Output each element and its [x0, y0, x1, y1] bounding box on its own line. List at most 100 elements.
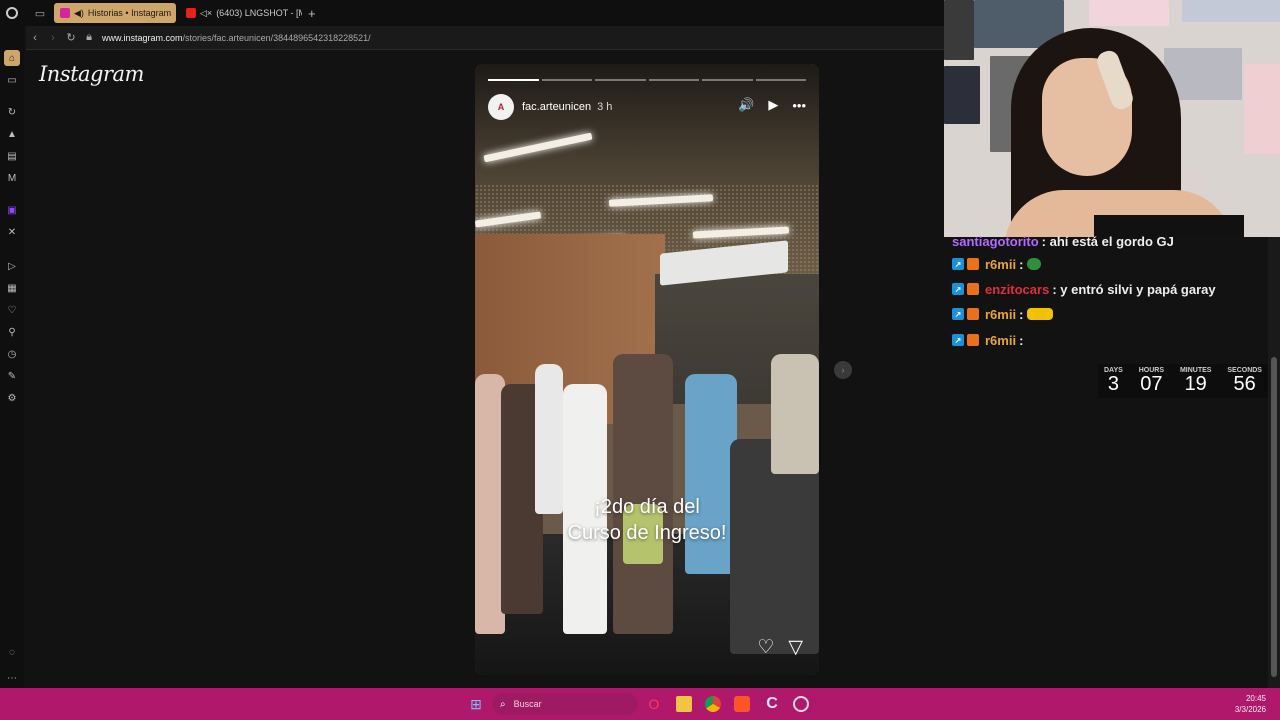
- instagram-logo[interactable]: Instagram: [39, 62, 144, 86]
- green-emote-icon: [1027, 258, 1042, 270]
- chat-text: :: [1019, 256, 1024, 272]
- music-icon[interactable]: M: [4, 170, 20, 186]
- obs-icon[interactable]: [793, 696, 809, 712]
- opera-taskbar-icon[interactable]: O: [646, 696, 662, 712]
- chat-username[interactable]: santiagotorito: [952, 234, 1039, 249]
- extensions-icon[interactable]: ✎: [4, 368, 20, 384]
- caption-line: Curso de Ingreso!: [567, 522, 727, 544]
- progress-segment: [541, 79, 592, 81]
- chat-username[interactable]: enzitocars: [985, 282, 1049, 297]
- chat-message: ↗ enzitocars: y entró silvi y papá garay: [952, 279, 1216, 299]
- vip-badge-icon[interactable]: [967, 283, 979, 295]
- vip-badge-icon[interactable]: [967, 308, 979, 320]
- clock-date: 3/3/2026: [1234, 705, 1266, 714]
- home-icon[interactable]: ⌂: [4, 50, 20, 66]
- speaker-icon[interactable]: ◀): [74, 8, 84, 19]
- account-avatar[interactable]: A: [488, 94, 514, 120]
- chat-text: : ahí está el gordo GJ: [1041, 233, 1174, 249]
- brave-icon[interactable]: [734, 696, 750, 712]
- ccleaner-icon[interactable]: C: [764, 695, 780, 712]
- player-icon[interactable]: ▷: [4, 258, 20, 274]
- twitch-icon[interactable]: ▣: [4, 202, 20, 218]
- forward-icon[interactable]: ›: [44, 32, 62, 44]
- opera-logo-icon[interactable]: [0, 1, 24, 25]
- pin-icon[interactable]: ⚲: [4, 324, 20, 340]
- windows-taskbar: ⊞ ⌕ Buscar O C 20:45 3/3/2026: [0, 688, 1280, 720]
- store-icon[interactable]: ▲: [4, 126, 20, 142]
- progress-segment: [488, 79, 539, 81]
- tab-label: Historias • Instagram: [87, 8, 172, 18]
- caption-line: ¡2do día del: [594, 496, 700, 518]
- taskbar-search[interactable]: ⌕ Buscar: [492, 693, 638, 715]
- tab-overview-icon[interactable]: ▭: [30, 3, 50, 23]
- file-explorer-icon[interactable]: [676, 696, 692, 712]
- chrome-icon[interactable]: [705, 696, 721, 712]
- back-icon[interactable]: ‹: [26, 32, 44, 44]
- story-footer: ♡ ▽: [757, 636, 803, 659]
- webcam-overlay: [944, 0, 1280, 237]
- tab-instagram[interactable]: ◀) Historias • Instagram: [54, 3, 176, 23]
- chat-username[interactable]: r6mii: [985, 333, 1016, 348]
- url-field[interactable]: www.instagram.com/stories/fac.arteunicen…: [102, 33, 371, 43]
- search-placeholder: Buscar: [513, 699, 542, 709]
- progress-segment: [755, 79, 806, 81]
- vip-badge-icon[interactable]: [967, 258, 979, 270]
- subscriber-badge-icon[interactable]: ↗: [952, 283, 964, 295]
- gaming-icon[interactable]: ▭: [4, 72, 20, 88]
- countdown-seconds: 56: [1233, 373, 1256, 395]
- clock-time: 20:45: [1245, 694, 1266, 703]
- countdown-minutes: 19: [1184, 373, 1207, 395]
- lock-icon: 🔒︎: [86, 31, 92, 43]
- chat-message: santiagotorito: ahí está el gordo GJ: [952, 231, 1174, 251]
- progress-segment: [702, 79, 753, 81]
- account-name[interactable]: fac.arteunicen: [522, 101, 591, 113]
- volume-icon[interactable]: 🔊: [738, 97, 754, 113]
- chat-text: :: [1019, 332, 1024, 348]
- more-icon[interactable]: ⋯: [4, 670, 20, 686]
- more-options-icon[interactable]: •••: [792, 98, 806, 113]
- new-tab-button[interactable]: +: [308, 6, 316, 21]
- chat-scrollbar[interactable]: [1268, 237, 1280, 688]
- story-progress: [488, 79, 806, 81]
- like-icon[interactable]: ♡: [757, 636, 774, 659]
- vip-badge-icon[interactable]: [967, 334, 979, 346]
- search-icon: ⌕: [500, 698, 506, 710]
- countdown-days: 3: [1107, 373, 1119, 395]
- next-story-icon[interactable]: ›: [834, 361, 852, 379]
- instagram-favicon-icon: [60, 8, 70, 18]
- progress-segment: [595, 79, 646, 81]
- chat-text: : y entró silvi y papá garay: [1052, 281, 1216, 297]
- ai-icon[interactable]: ◌: [4, 644, 20, 660]
- chat-panel: santiagotorito: ahí está el gordo GJ ↗ r6m…: [944, 234, 1280, 688]
- url-path: /stories/fac.arteunicen/3844896542318228…: [182, 32, 371, 43]
- taxi-emote-icon: [1027, 308, 1054, 320]
- apps-icon[interactable]: ▦: [4, 280, 20, 296]
- tab-youtube[interactable]: ◁× (6403) LNGSHOT - [M: [180, 3, 302, 23]
- url-host: www.instagram.com: [102, 32, 183, 43]
- youtube-favicon-icon: [186, 8, 196, 18]
- chat-message: ↗ r6mii :: [952, 330, 1023, 350]
- countdown-timer: DAYS 3 HOURS 07 MINUTES 19 SECONDS 56: [1098, 364, 1268, 398]
- windows-start-icon[interactable]: ⊞: [468, 696, 484, 712]
- heart-icon[interactable]: ♡: [4, 302, 20, 318]
- tab-bar: ▭ ◀) Historias • Instagram ◁× (6403) LNG…: [0, 0, 944, 26]
- tab-label: (6403) LNGSHOT - [M: [216, 8, 302, 18]
- subscriber-badge-icon[interactable]: ↗: [952, 308, 964, 320]
- play-icon[interactable]: ▶: [768, 97, 778, 113]
- share-icon[interactable]: ▽: [788, 636, 803, 659]
- x-twitter-icon[interactable]: ✕: [4, 224, 20, 240]
- chat-username[interactable]: r6mii: [985, 307, 1016, 322]
- chat-text: :: [1019, 306, 1024, 322]
- reload-icon[interactable]: ↻: [62, 31, 80, 44]
- subscriber-badge-icon[interactable]: ↗: [952, 334, 964, 346]
- history-icon[interactable]: ↻: [4, 104, 20, 120]
- system-clock[interactable]: 20:45 3/3/2026: [1235, 693, 1266, 715]
- story-header: A fac.arteunicen 3 h 🔊 ▶ •••: [488, 94, 806, 120]
- clock-icon[interactable]: ◷: [4, 346, 20, 362]
- wallet-icon[interactable]: ▤: [4, 148, 20, 164]
- muted-speaker-icon[interactable]: ◁×: [200, 8, 212, 19]
- settings-icon[interactable]: ⚙: [4, 390, 20, 406]
- subscriber-badge-icon[interactable]: ↗: [952, 258, 964, 270]
- chat-username[interactable]: r6mii: [985, 257, 1016, 272]
- story-viewer[interactable]: A fac.arteunicen 3 h 🔊 ▶ ••• ¡2do día de…: [475, 64, 819, 675]
